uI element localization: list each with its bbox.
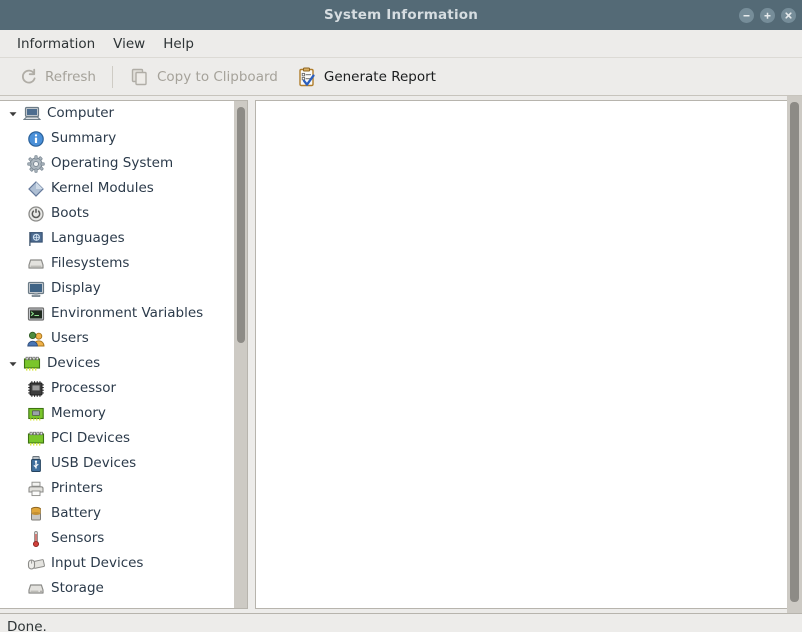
copy-icon (129, 66, 151, 88)
system-information-window: System Information Information View Help… (0, 0, 802, 632)
plus-icon (764, 12, 771, 19)
tree-item-label: Battery (51, 504, 101, 521)
generate-report-button[interactable]: Generate Report (288, 62, 444, 92)
tree-item-label: Kernel Modules (51, 179, 154, 196)
tree-item-kernel-modules[interactable]: Kernel Modules (0, 176, 234, 201)
devices-icon (22, 354, 42, 374)
users-icon (26, 329, 46, 349)
tree-item-label: USB Devices (51, 454, 137, 471)
tree-scroll-viewport: Computer Summary Operating System Kernel… (0, 101, 234, 608)
cpu-icon (26, 379, 46, 399)
tree-item-label: Memory (51, 404, 106, 421)
pane-splitter[interactable] (248, 100, 255, 609)
tree-item-label: Sensors (51, 529, 105, 546)
tree-item-users[interactable]: Users (0, 326, 234, 351)
usb-icon (26, 454, 46, 474)
minimize-button[interactable] (739, 7, 754, 23)
tree-item-label: Boots (51, 204, 90, 221)
power-icon (26, 204, 46, 224)
tree-item-devices[interactable]: Devices (0, 351, 234, 376)
tree-item-label: Input Devices (51, 554, 144, 571)
minimize-icon (743, 14, 750, 16)
tree-item-label: Environment Variables (51, 304, 204, 321)
window-title: System Information (323, 7, 479, 23)
main-body: Computer Summary Operating System Kernel… (0, 96, 802, 613)
computer-icon (22, 104, 42, 124)
refresh-label: Refresh (45, 68, 96, 85)
kernel-icon (26, 179, 46, 199)
tree-item-pci-devices[interactable]: PCI Devices (0, 426, 234, 451)
tree-item-label: Processor (51, 379, 117, 396)
tree-item-computer[interactable]: Computer (0, 101, 234, 126)
tree-item-printers[interactable]: Printers (0, 476, 234, 501)
toolbar-separator (111, 65, 113, 88)
tree-item-label: Summary (51, 129, 117, 146)
battery-icon (26, 504, 46, 524)
info-icon (26, 129, 46, 149)
tree-item-label: Devices (47, 354, 101, 371)
printer-icon (26, 479, 46, 499)
storage-icon (26, 579, 46, 599)
gear-icon (26, 154, 46, 174)
window-controls (739, 0, 796, 30)
status-message: Done. (7, 619, 47, 632)
copy-to-clipboard-label: Copy to Clipboard (156, 68, 278, 85)
menu-help[interactable]: Help (154, 33, 203, 55)
tree-item-label: Storage (51, 579, 104, 596)
window-scrollbar-thumb[interactable] (790, 102, 799, 602)
tree-item-label: PCI Devices (51, 429, 131, 446)
expander-triangle-down-icon[interactable] (4, 109, 22, 119)
tree-item-label: Printers (51, 479, 103, 496)
pci-icon (26, 429, 46, 449)
menu-view[interactable]: View (104, 33, 154, 55)
tree-item-sensors[interactable]: Sensors (0, 526, 234, 551)
tree-vertical-scrollbar[interactable] (234, 101, 247, 608)
maximize-button[interactable] (760, 7, 775, 23)
navigation-tree-pane: Computer Summary Operating System Kernel… (0, 100, 248, 609)
window-vertical-scrollbar[interactable] (787, 96, 802, 613)
copy-to-clipboard-button[interactable]: Copy to Clipboard (121, 62, 286, 92)
toolbar: Refresh Copy to Clipboard Generate Repor… (0, 58, 802, 96)
tree-scrollbar-thumb[interactable] (237, 107, 245, 343)
tree-item-battery[interactable]: Battery (0, 501, 234, 526)
tree-item-label: Languages (51, 229, 125, 246)
monitor-icon (26, 279, 46, 299)
tree-item-label: Users (51, 329, 89, 346)
tree-item-filesystems[interactable]: Filesystems (0, 251, 234, 276)
flag-icon (26, 229, 46, 249)
expander-triangle-down-icon[interactable] (4, 359, 22, 369)
tree-item-summary[interactable]: Summary (0, 126, 234, 151)
tree-item-storage[interactable]: Storage (0, 576, 234, 601)
thermometer-icon (26, 529, 46, 549)
tree-item-boots[interactable]: Boots (0, 201, 234, 226)
tree-item-environment-variables[interactable]: Environment Variables (0, 301, 234, 326)
tree-item-label: Operating System (51, 154, 174, 171)
tree-item-memory[interactable]: Memory (0, 401, 234, 426)
tree-item-languages[interactable]: Languages (0, 226, 234, 251)
refresh-icon (17, 66, 39, 88)
tree-item-usb-devices[interactable]: USB Devices (0, 451, 234, 476)
tree-item-label: Computer (47, 104, 115, 121)
drive-icon (26, 254, 46, 274)
menu-information[interactable]: Information (8, 33, 104, 55)
menubar: Information View Help (0, 30, 802, 58)
tree-item-input-devices[interactable]: Input Devices (0, 551, 234, 576)
statusbar: Done. (0, 613, 802, 632)
input-icon (26, 554, 46, 574)
refresh-button[interactable]: Refresh (9, 62, 104, 92)
tree-item-operating-system[interactable]: Operating System (0, 151, 234, 176)
tree-item-display[interactable]: Display (0, 276, 234, 301)
content-pane[interactable] (255, 100, 802, 609)
tree-item-processor[interactable]: Processor (0, 376, 234, 401)
memory-icon (26, 404, 46, 424)
report-icon (296, 66, 318, 88)
terminal-icon (26, 304, 46, 324)
generate-report-label: Generate Report (323, 68, 436, 85)
tree-item-label: Filesystems (51, 254, 130, 271)
tree-item-label: Display (51, 279, 101, 296)
close-button[interactable] (781, 7, 796, 23)
titlebar: System Information (0, 0, 802, 30)
close-icon (785, 11, 792, 19)
